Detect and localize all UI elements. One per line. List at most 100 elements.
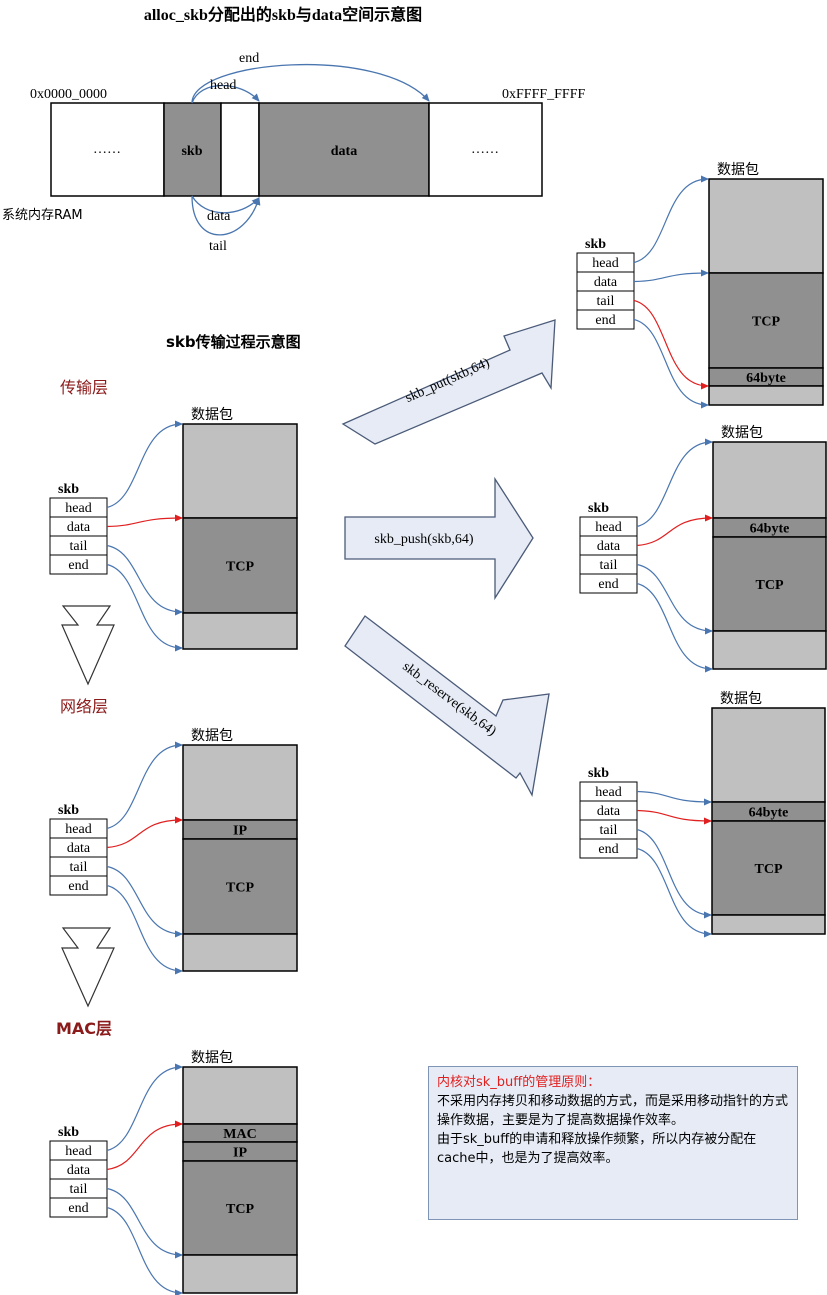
pointer-arrow-head bbox=[106, 420, 183, 509]
packet-segment bbox=[182, 744, 298, 821]
down-arrow-network-to-mac bbox=[61, 927, 115, 1008]
packet-segment-label: IP bbox=[233, 1146, 247, 1161]
skb-field-label: head bbox=[592, 256, 618, 271]
packet-segment-label: TCP bbox=[752, 315, 780, 330]
packet-segment-label: IP bbox=[233, 824, 247, 839]
pointer-arrow-tail bbox=[106, 865, 183, 938]
note-paragraph-1: 不采用内存拷贝和移动数据的方式，而是采用移动指针的方式操作数据，主要是为了提高数… bbox=[437, 1094, 789, 1128]
skb-label: skb bbox=[585, 237, 606, 252]
layer-title-network: 网络层 bbox=[60, 697, 108, 716]
skb-field-label: end bbox=[598, 577, 618, 592]
packet-segment-label: 64byte bbox=[746, 371, 786, 386]
packet-group-put: 数据包 TCP 64byte skb head data tail end bbox=[576, 162, 824, 409]
skb-field-label: tail bbox=[70, 860, 88, 875]
layer-title-transport: 传输层 bbox=[60, 378, 108, 397]
packet-group-reserve: 数据包 64byte TCP skb head data tail end bbox=[579, 691, 826, 938]
ram-cell-skb-label: skb bbox=[181, 144, 202, 159]
skb-field-label: end bbox=[68, 1201, 88, 1216]
pointer-arrow-data bbox=[106, 1120, 183, 1171]
skb-label: skb bbox=[58, 482, 79, 497]
packet-segment bbox=[182, 423, 298, 519]
packet-group-push: 数据包 64byte TCP skb head data tail end bbox=[579, 425, 827, 673]
ram-strip: 0x0000_0000 0xFFFF_FFFF …… skb data …… 系… bbox=[2, 51, 586, 254]
skb-field-label: tail bbox=[600, 823, 618, 838]
pointer-arrow-tail bbox=[106, 544, 183, 616]
pointer-arrow-data bbox=[106, 514, 183, 528]
skb-field-label: head bbox=[65, 1144, 91, 1159]
pointer-arrow-data bbox=[636, 514, 713, 547]
diagram-title: alloc_skb分配出的skb与data空间示意图 bbox=[144, 5, 422, 24]
pointer-arrow-head bbox=[106, 1063, 183, 1152]
pointer-arrow-end bbox=[106, 884, 183, 975]
ram-end-address: 0xFFFF_FFFF bbox=[502, 87, 586, 102]
packet-segment-label: MAC bbox=[223, 1127, 256, 1142]
op-label-push: skb_push(skb,64) bbox=[374, 532, 474, 547]
packet-segment-label: TCP bbox=[226, 1202, 254, 1217]
ram-tail-arrow-label: tail bbox=[209, 239, 227, 254]
skb-field-label: head bbox=[65, 822, 91, 837]
skb-field-label: end bbox=[595, 313, 615, 328]
packet-label: 数据包 bbox=[717, 162, 759, 178]
skb-field-label: head bbox=[595, 785, 621, 800]
packet-segment-label: 64byte bbox=[750, 522, 790, 537]
process-title: skb传输过程示意图 bbox=[166, 333, 301, 351]
skb-field-label: data bbox=[597, 804, 621, 819]
packet-segment-label: TCP bbox=[226, 881, 254, 896]
packet-label: 数据包 bbox=[191, 1050, 233, 1066]
pointer-arrow-end bbox=[106, 1206, 183, 1295]
skb-label: skb bbox=[58, 1125, 79, 1140]
skb-field-label: tail bbox=[70, 539, 88, 554]
packet-segment bbox=[708, 178, 824, 274]
ram-cell-gap bbox=[220, 102, 260, 197]
note-paragraph-2: 由于sk_buff的申请和释放操作频繁，所以内存被分配在cache中，也是为了提… bbox=[437, 1132, 757, 1166]
skb-field-label: data bbox=[67, 1163, 91, 1178]
packet-segment bbox=[712, 630, 827, 670]
packet-label: 数据包 bbox=[720, 691, 762, 707]
ram-start-address: 0x0000_0000 bbox=[30, 87, 107, 102]
packet-segment-label: TCP bbox=[756, 578, 784, 593]
skb-field-label: end bbox=[68, 558, 88, 573]
skb-field-label: data bbox=[597, 539, 621, 554]
packet-label: 数据包 bbox=[191, 407, 233, 423]
skb-field-label: head bbox=[65, 501, 91, 516]
skb-field-label: tail bbox=[597, 294, 615, 309]
packet-segment bbox=[711, 707, 826, 803]
pointer-arrow-head bbox=[636, 438, 713, 528]
packet-label: 数据包 bbox=[721, 425, 763, 441]
pointer-arrow-data bbox=[106, 816, 183, 849]
skb-label: skb bbox=[588, 766, 609, 781]
pointer-arrow-tail bbox=[106, 1187, 183, 1259]
ram-head-arrow-label: head bbox=[210, 78, 236, 93]
skb-label: skb bbox=[588, 501, 609, 516]
pointer-arrow-end bbox=[633, 318, 709, 409]
pointer-arrow-data bbox=[636, 809, 712, 825]
ram-data-arrow-label: data bbox=[207, 209, 231, 224]
packet-segment bbox=[182, 933, 298, 972]
pointer-arrow-end bbox=[106, 563, 183, 652]
packet-segment-label: 64byte bbox=[749, 806, 789, 821]
ram-cell-data-label: data bbox=[331, 144, 357, 159]
skb-field-label: data bbox=[594, 275, 618, 290]
skb-field-label: end bbox=[68, 879, 88, 894]
layer-title-mac: MAC层 bbox=[56, 1019, 112, 1038]
ram-cell-left-label: …… bbox=[93, 142, 121, 157]
packet-segment bbox=[711, 914, 826, 935]
packet-group-mac: 数据包 MAC IP TCP skb head data tail end bbox=[49, 1050, 298, 1295]
pointer-arrow-end bbox=[636, 582, 713, 673]
skb-field-label: tail bbox=[600, 558, 618, 573]
skb-label: skb bbox=[58, 803, 79, 818]
pointer-arrow-data bbox=[633, 269, 709, 283]
packet-segment-label: TCP bbox=[755, 862, 783, 877]
pointer-arrow-head bbox=[633, 175, 709, 264]
pointer-arrow-head bbox=[106, 741, 183, 830]
skb-field-label: tail bbox=[70, 1182, 88, 1197]
packet-segment bbox=[712, 441, 827, 519]
packet-segment bbox=[708, 385, 824, 406]
packet-segment bbox=[182, 1254, 298, 1294]
pointer-arrow-tail bbox=[636, 563, 713, 635]
ram-end-arrow-label: end bbox=[239, 51, 259, 66]
ram-label: 系统内存RAM bbox=[2, 207, 83, 223]
pointer-arrow-head bbox=[636, 790, 712, 806]
note-title: 内核对sk_buff的管理原则： bbox=[437, 1075, 601, 1090]
down-arrow-transport-to-network bbox=[61, 605, 115, 686]
